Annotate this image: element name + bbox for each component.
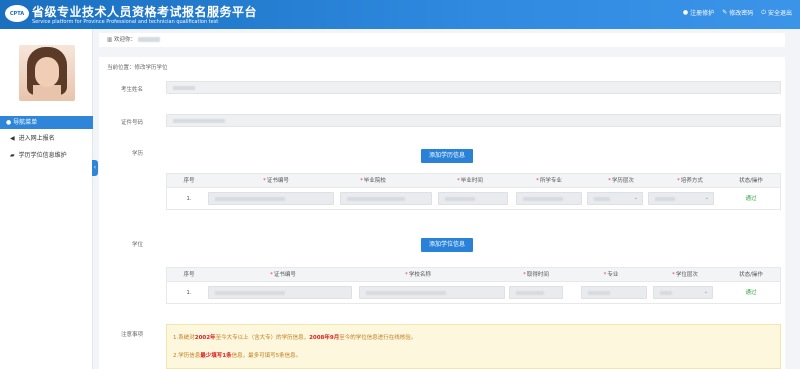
cert-number-input[interactable] — [208, 192, 334, 205]
edu-level-select[interactable]: ⌄ — [587, 192, 643, 205]
info-circle-icon: ● — [682, 9, 689, 16]
edit-icon: ✎ — [722, 9, 728, 16]
notice-line-1: 1.系统对2002年至今大专以上（含大专）的学历信息，2008年9月至今的学位信… — [173, 335, 417, 341]
nav-menu-header: ● 导航菜单 — [0, 116, 93, 129]
school-name-input[interactable] — [359, 286, 505, 299]
breadcrumb: 当前位置：修改学历学位 — [107, 65, 168, 71]
sidebar-item-education-maintenance[interactable]: ▰ 学历学位信息维护 — [0, 150, 93, 162]
chevron-down-icon: ⌄ — [633, 195, 638, 201]
status-badge: 通过 — [745, 196, 757, 202]
col-index: 序号 — [183, 272, 195, 278]
col-status: 状态/操作 — [739, 178, 763, 184]
col-cert-number: *证书编号 — [263, 178, 289, 184]
major-input[interactable] — [516, 192, 582, 205]
chevron-down-icon: ⌄ — [704, 195, 709, 201]
education-table-row: 1. ⌄ ⌄ 通过 — [166, 188, 781, 210]
row-index: 1. — [186, 196, 192, 202]
sidebar-item-online-registration[interactable]: ◀ 进入网上报名 — [0, 133, 93, 145]
degree-table-header: 序号 *证书编号 *学校名称 *取得时间 *专业 *学位层次 状态/操作 — [166, 267, 781, 282]
graduation-cap-icon: ▰ — [10, 152, 15, 159]
sidebar-collapse-toggle[interactable]: ‹ — [92, 160, 98, 176]
degree-table-row: 1. ⌄ 通过 — [166, 282, 781, 304]
header-links: ● 注册修护 ✎ 修改密码 ⏻ 安全退出 — [683, 8, 792, 18]
col-obtain-time: *取得时间 — [523, 272, 549, 278]
col-major: *专业 — [603, 272, 619, 278]
name-label: 考生姓名 — [120, 87, 143, 93]
study-mode-select[interactable]: ⌄ — [648, 192, 714, 205]
add-degree-button[interactable]: 添加学位信息 — [421, 238, 473, 252]
degree-level-select[interactable]: ⌄ — [653, 286, 713, 299]
grad-time-input[interactable] — [438, 192, 508, 205]
col-major: *所学专业 — [536, 178, 562, 184]
major-input[interactable] — [581, 286, 647, 299]
user-avatar — [19, 45, 75, 101]
notice-line-2: 2.学历信息最少填写1条信息，最多可填写5条信息。 — [173, 353, 302, 359]
school-input[interactable] — [340, 192, 432, 205]
registration-maintenance-link[interactable]: ● 注册修护 — [683, 8, 714, 17]
degree-section-label: 学位 — [131, 242, 143, 248]
col-study-mode: *培养方式 — [677, 178, 703, 184]
cert-number-input[interactable] — [208, 286, 352, 299]
sidebar: ● 导航菜单 ◀ 进入网上报名 ▰ 学历学位信息维护 — [0, 29, 93, 369]
change-password-link[interactable]: ✎ 修改密码 — [722, 8, 753, 17]
col-index: 序号 — [183, 178, 195, 184]
speaker-icon: ◀ — [10, 135, 15, 142]
col-grad-time: *毕业时间 — [457, 178, 483, 184]
col-cert-number: *证书编号 — [270, 272, 296, 278]
chevron-down-icon: ⌄ — [703, 289, 708, 295]
id-label: 证件号码 — [120, 120, 143, 126]
add-education-button[interactable]: 添加学历信息 — [421, 149, 473, 163]
power-icon: ⏻ — [761, 8, 766, 16]
obtain-time-input[interactable] — [509, 286, 563, 299]
notice-label: 注意事项 — [120, 332, 143, 338]
bank-icon: ▥ — [107, 37, 114, 43]
col-status: 状态/操作 — [739, 272, 763, 278]
col-school-name: *学校名称 — [405, 272, 431, 278]
col-school: *毕业院校 — [360, 178, 386, 184]
platform-logo: CPTA — [5, 5, 29, 22]
status-badge: 通过 — [745, 290, 757, 296]
top-header: CPTA 省级专业技术人员资格考试报名服务平台 Service platform… — [0, 0, 800, 29]
welcome-bar: ▥ 欢迎你： — [99, 33, 785, 47]
row-index: 1. — [186, 290, 192, 296]
education-table-header: 序号 *证书编号 *毕业院校 *毕业时间 *所学专业 *学历层次 *培养方式 状… — [166, 173, 781, 188]
user-name-redacted — [137, 37, 160, 42]
col-degree-level: *学位层次 — [672, 272, 698, 278]
notice-box: 1.系统对2002年至今大专以上（含大专）的学历信息，2008年9月至今的学位信… — [166, 324, 781, 369]
platform-title: 省级专业技术人员资格考试报名服务平台 — [32, 5, 258, 19]
education-section-label: 学历 — [131, 151, 143, 157]
logout-link[interactable]: ⏻ 安全退出 — [761, 8, 792, 18]
col-edu-level: *学历层次 — [608, 178, 634, 184]
id-field — [166, 114, 781, 127]
platform-subtitle: Service platform for Province Profession… — [32, 19, 219, 25]
main-panel: 当前位置：修改学历学位 考生姓名 证件号码 学历 添加学历信息 序号 *证书编号… — [99, 57, 785, 369]
name-field — [166, 81, 781, 94]
